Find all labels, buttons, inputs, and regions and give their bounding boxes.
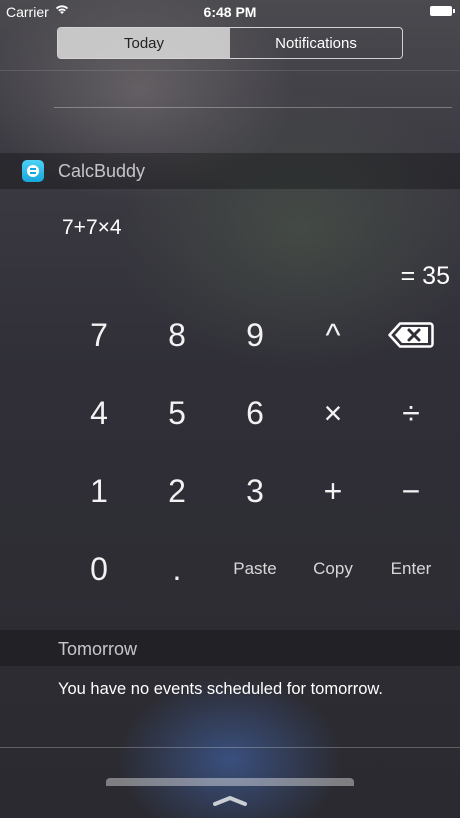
calculator-keypad: 7 8 9 ^ 4 5 6 × ÷ 1 2 3 + − 0 . Paste Co… — [60, 296, 450, 608]
status-bar: Carrier 6:48 PM — [0, 0, 460, 24]
key-0[interactable]: 0 — [60, 530, 138, 608]
edit-bar-grabber[interactable] — [106, 778, 354, 786]
bottom-divider — [0, 747, 460, 748]
key-6[interactable]: 6 — [216, 374, 294, 452]
section-divider — [54, 107, 452, 108]
key-7[interactable]: 7 — [60, 296, 138, 374]
widget-title: CalcBuddy — [58, 161, 146, 181]
key-9[interactable]: 9 — [216, 296, 294, 374]
expression-display: 7+7×4 — [62, 216, 122, 239]
calcbuddy-app-icon — [22, 160, 44, 182]
chevron-up-icon[interactable] — [212, 793, 248, 807]
tomorrow-section-header: Tomorrow — [0, 630, 460, 666]
key-decimal[interactable]: . — [138, 530, 216, 608]
paste-button[interactable]: Paste — [216, 530, 294, 608]
key-multiply[interactable]: × — [294, 374, 372, 452]
key-power[interactable]: ^ — [294, 296, 372, 374]
clock: 6:48 PM — [203, 4, 257, 20]
key-plus[interactable]: + — [294, 452, 372, 530]
tab-notifications[interactable]: Notifications — [230, 28, 402, 58]
key-1[interactable]: 1 — [60, 452, 138, 530]
tab-today[interactable]: Today — [58, 28, 230, 58]
result-display: = 35 — [400, 262, 450, 290]
key-divide[interactable]: ÷ — [372, 374, 450, 452]
key-8[interactable]: 8 — [138, 296, 216, 374]
key-4[interactable]: 4 — [60, 374, 138, 452]
copy-button[interactable]: Copy — [294, 530, 372, 608]
key-2[interactable]: 2 — [138, 452, 216, 530]
header-divider — [0, 70, 460, 71]
battery-icon — [430, 6, 455, 16]
key-minus[interactable]: − — [372, 452, 450, 530]
key-3[interactable]: 3 — [216, 452, 294, 530]
backspace-icon — [388, 322, 434, 348]
enter-button[interactable]: Enter — [372, 530, 450, 608]
today-notifications-segmented-control[interactable]: Today Notifications — [57, 27, 403, 59]
tomorrow-title: Tomorrow — [58, 639, 138, 659]
tomorrow-events-message: You have no events scheduled for tomorro… — [58, 680, 384, 698]
calcbuddy-widget-header[interactable]: CalcBuddy — [0, 153, 460, 189]
key-5[interactable]: 5 — [138, 374, 216, 452]
backspace-button[interactable] — [372, 296, 450, 374]
